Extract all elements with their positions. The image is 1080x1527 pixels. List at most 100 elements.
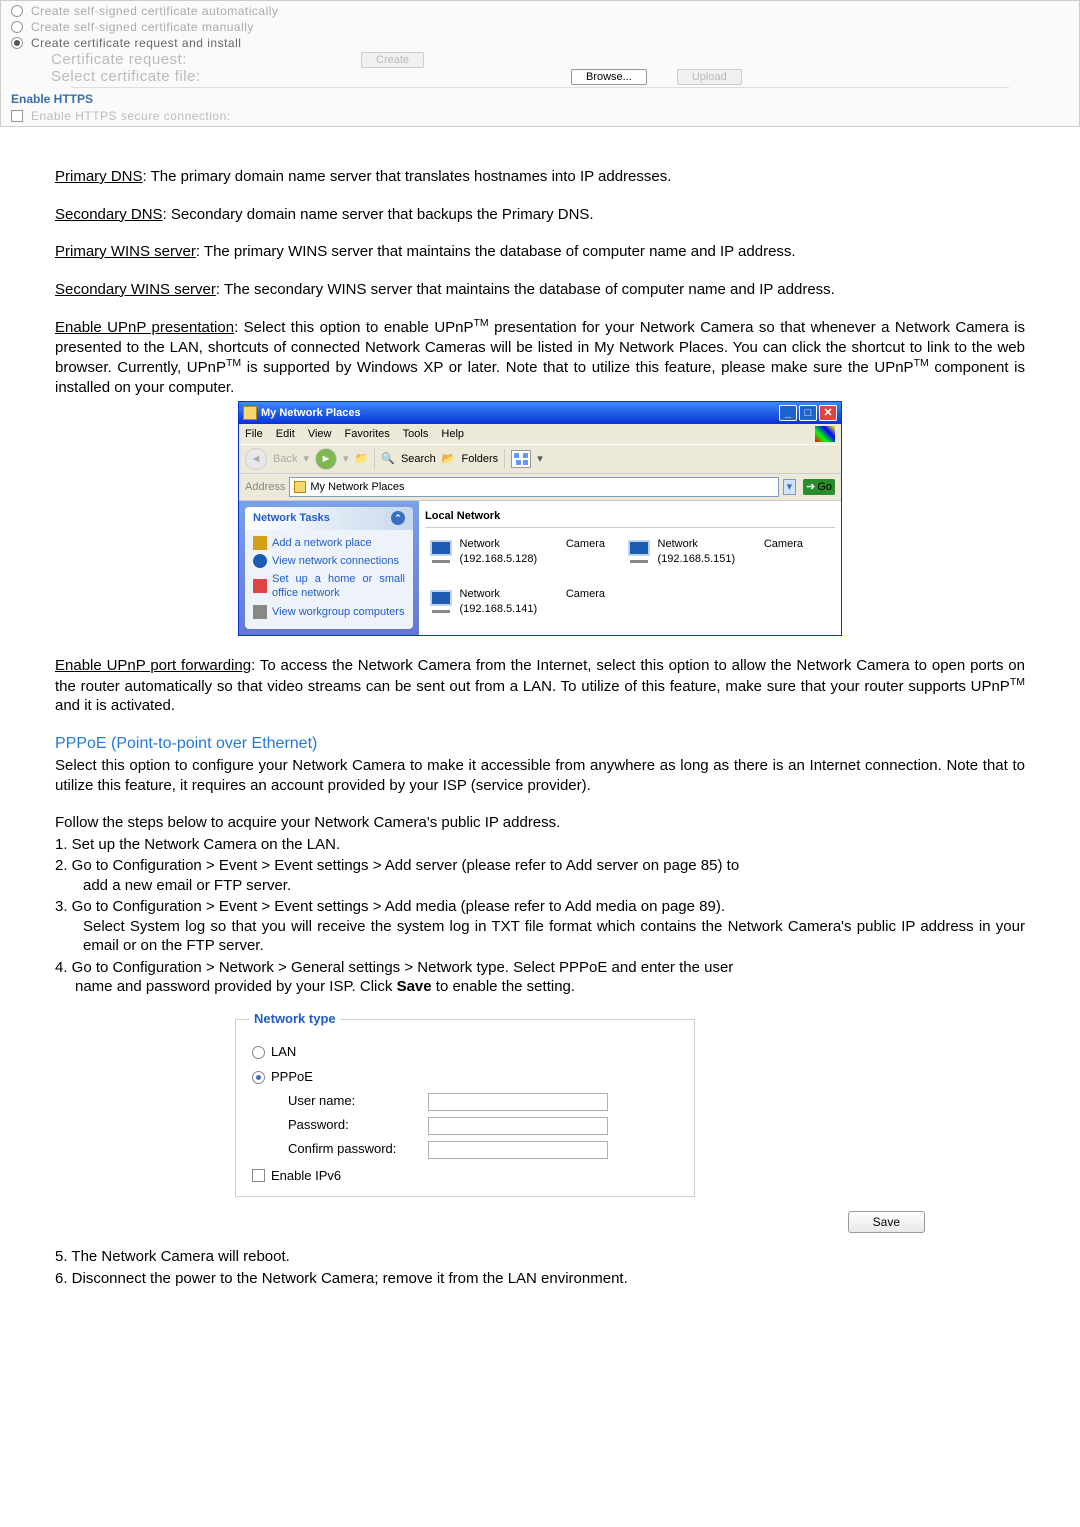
create-button[interactable]: Create (361, 52, 424, 68)
close-icon[interactable]: ✕ (819, 405, 837, 421)
password-label: Password: (288, 1117, 428, 1134)
camera-item[interactable]: Network Camera (192.168.5.151) (623, 536, 803, 568)
search-icon: 🔍 (381, 452, 395, 466)
secondary-wins-para: Secondary WINS server: The secondary WIN… (55, 280, 1025, 300)
xp-titlebar: My Network Places _ □ ✕ (239, 402, 841, 424)
workgroup-icon (253, 605, 267, 619)
radio-icon (11, 5, 23, 17)
menu-item[interactable]: Edit (276, 428, 295, 440)
go-button[interactable]: ➔ Go (803, 479, 835, 495)
username-label: User name: (288, 1093, 428, 1110)
opt-auto-row: Create self-signed certificate automatic… (1, 3, 1079, 19)
sidebar-task[interactable]: View network connections (253, 554, 405, 568)
steps-list-cont: 5. The Network Camera will reboot. 6. Di… (55, 1247, 1025, 1288)
password-field-row: Password: (250, 1114, 680, 1138)
confirm-input[interactable] (428, 1141, 608, 1159)
search-button[interactable]: Search (401, 452, 436, 466)
network-type-panel: Network type LAN PPPoE User name: Passwo… (235, 1011, 695, 1198)
pppoe-title: PPPoE (Point-to-point over Ethernet) (55, 734, 1025, 755)
menu-item[interactable]: File (245, 428, 263, 440)
windows-logo-icon (815, 426, 835, 442)
step-4: 4. Go to Configuration > Network > Gener… (55, 959, 733, 976)
up-button[interactable]: 📁 (355, 452, 369, 466)
folders-button[interactable]: Folders (462, 452, 499, 466)
certificate-config-panel: Create self-signed certificate automatic… (0, 0, 1080, 127)
menu-item[interactable]: Help (441, 428, 464, 440)
menu-item[interactable]: View (308, 428, 332, 440)
pppoe-intro: Select this option to configure your Net… (55, 756, 1025, 795)
menu-item[interactable]: Favorites (345, 428, 390, 440)
minimize-icon[interactable]: _ (779, 405, 797, 421)
globe-icon (253, 554, 267, 568)
dropdown-icon[interactable]: ▾ (783, 479, 797, 495)
local-network-head: Local Network (425, 507, 835, 527)
window-title: My Network Places (261, 406, 361, 420)
forward-button[interactable]: ► (315, 448, 337, 470)
address-input[interactable]: My Network Places (289, 477, 778, 497)
document-body: Primary DNS: The primary domain name ser… (0, 127, 1080, 1330)
lan-option[interactable]: LAN (250, 1040, 680, 1065)
opt-auto-label: Create self-signed certificate automatic… (31, 4, 278, 18)
xp-screenshot: My Network Places _ □ ✕ File Edit View F… (238, 401, 842, 636)
divider (71, 87, 1009, 88)
radio-icon (11, 21, 23, 33)
camera-icon (425, 586, 454, 618)
sidebar-task[interactable]: View workgroup computers (253, 605, 405, 619)
step-1: 1. Set up the Network Camera on the LAN. (55, 835, 1025, 855)
radio-icon (252, 1046, 265, 1059)
primary-wins-para: Primary WINS server: The primary WINS se… (55, 242, 1025, 262)
network-tasks-head[interactable]: Network Tasks ⌃ (245, 507, 413, 529)
xp-addressbar: Address My Network Places ▾ ➔ Go (239, 474, 841, 501)
term: Secondary DNS (55, 206, 163, 223)
steps-list: 1. Set up the Network Camera on the LAN.… (55, 835, 1025, 997)
xp-menubar: File Edit View Favorites Tools Help (239, 424, 841, 444)
xp-body: Network Tasks ⌃ Add a network place View… (239, 501, 841, 635)
opt-manual-label: Create self-signed certificate manually (31, 20, 254, 34)
back-button[interactable]: ◄ (245, 448, 267, 470)
term: Primary DNS (55, 168, 143, 185)
opt-request-label: Create certificate request and install (31, 36, 241, 50)
sidebar-task[interactable]: Set up a home or small office network (253, 572, 405, 601)
cert-request-sub: Certificate request: Create (51, 51, 1079, 68)
xp-toolbar: ◄ Back ▾ ► ▾ 📁 🔍 Search 📂 Folders ▾ (239, 444, 841, 474)
window-controls: _ □ ✕ (779, 405, 837, 421)
radio-icon (11, 37, 23, 49)
camera-icon (623, 536, 652, 568)
folders-icon: 📂 (442, 452, 456, 466)
folder-icon (294, 481, 306, 493)
xp-main: Local Network Network Camera (192.168.5.… (419, 501, 841, 635)
primary-dns-para: Primary DNS: The primary domain name ser… (55, 167, 1025, 187)
pppoe-option[interactable]: PPPoE (250, 1065, 680, 1090)
enable-https-label: Enable HTTPS secure connection: (31, 109, 231, 123)
cert-file-label: Select certificate file: (51, 68, 571, 85)
username-input[interactable] (428, 1093, 608, 1111)
address-label: Address (245, 480, 285, 494)
checkbox-icon (252, 1169, 265, 1182)
sidebar-task[interactable]: Add a network place (253, 536, 405, 550)
collapse-icon[interactable]: ⌃ (391, 511, 405, 525)
enable-ipv6-row[interactable]: Enable IPv6 (250, 1162, 680, 1187)
opt-manual-row: Create self-signed certificate manually (1, 19, 1079, 35)
camera-item[interactable]: Network Camera (192.168.5.128) (425, 536, 605, 568)
opt-request-row: Create certificate request and install (1, 35, 1079, 51)
confirm-label: Confirm password: (288, 1141, 428, 1158)
browse-button[interactable]: Browse... (571, 69, 647, 85)
add-place-icon (253, 536, 267, 550)
checkbox-icon[interactable] (11, 110, 23, 122)
enable-https-head: Enable HTTPS (1, 90, 1079, 108)
maximize-icon[interactable]: □ (799, 405, 817, 421)
term: Enable UPnP port forwarding (55, 657, 251, 674)
cert-file-sub: Select certificate file: Browse... Uploa… (51, 68, 1079, 85)
radio-icon (252, 1071, 265, 1084)
menu-item[interactable]: Tools (403, 428, 429, 440)
save-button[interactable]: Save (848, 1211, 925, 1233)
upload-button[interactable]: Upload (677, 69, 742, 85)
network-type-legend: Network type (250, 1011, 340, 1028)
enable-https-row: Enable HTTPS secure connection: (1, 108, 1079, 124)
camera-item[interactable]: Network Camera (192.168.5.141) (425, 586, 605, 618)
views-button[interactable] (511, 450, 531, 468)
camera-icon (425, 536, 454, 568)
password-input[interactable] (428, 1117, 608, 1135)
step-6: 6. Disconnect the power to the Network C… (55, 1269, 1025, 1289)
term: Enable UPnP presentation (55, 319, 234, 336)
